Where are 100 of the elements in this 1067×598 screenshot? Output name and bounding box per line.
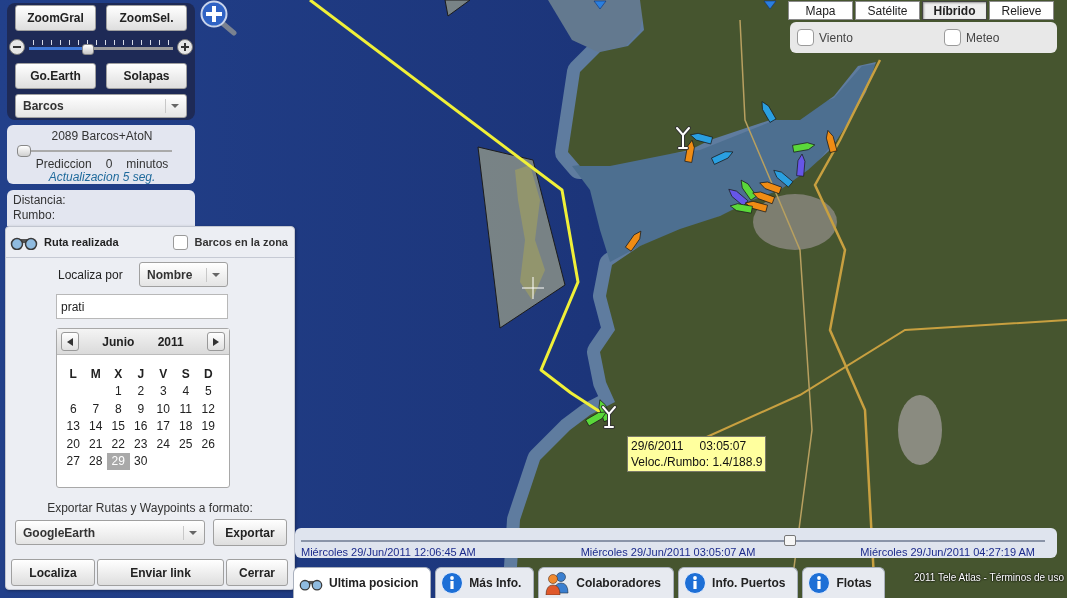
panel-title: Ruta realizada xyxy=(44,236,119,248)
info-icon xyxy=(684,572,707,594)
weekday-label: M xyxy=(89,365,102,383)
antenna-icon[interactable] xyxy=(601,405,617,429)
refresh-interval: Actualizacion 5 seg. xyxy=(47,171,157,183)
zoom-general-button[interactable]: ZoomGral xyxy=(15,5,96,31)
layer-dropdown[interactable]: Barcos xyxy=(15,94,187,118)
calendar-day[interactable]: 11 xyxy=(174,400,197,418)
weekday-label: J xyxy=(136,365,146,383)
ship-icon[interactable] xyxy=(740,179,757,201)
calendar-day[interactable]: 28 xyxy=(84,452,107,470)
zoom-in-icon[interactable] xyxy=(199,0,237,36)
calendar-day[interactable]: 4 xyxy=(174,382,197,400)
calendar-day[interactable]: 17 xyxy=(152,417,175,435)
map-type-button[interactable]: Relieve xyxy=(989,1,1054,20)
calendar-day[interactable]: 27 xyxy=(62,452,85,470)
calendar-day[interactable]: 21 xyxy=(84,435,107,453)
people-icon xyxy=(544,571,571,595)
calendar-day[interactable]: 5 xyxy=(197,382,220,400)
calendar-day[interactable]: 7 xyxy=(84,400,107,418)
tab[interactable]: Info. Puertos xyxy=(678,567,799,598)
google-earth-button[interactable]: Go.Earth xyxy=(15,63,96,89)
search-by-dropdown[interactable]: Nombre xyxy=(139,262,228,287)
tab[interactable]: Ultima posicion xyxy=(293,567,432,598)
map-type-button[interactable]: Satélite xyxy=(855,1,920,20)
ship-icon[interactable] xyxy=(729,203,753,214)
weekday-label: D xyxy=(202,365,214,383)
calendar-day[interactable]: 14 xyxy=(84,417,107,435)
zone-area xyxy=(444,0,471,17)
ship-icon[interactable] xyxy=(684,139,695,163)
map-type-button[interactable]: Híbrido xyxy=(922,1,987,20)
triangle-marker-icon[interactable] xyxy=(593,0,607,10)
measure-label: Distancia: xyxy=(13,193,67,208)
export-button[interactable]: Exportar xyxy=(213,519,287,546)
triangle-marker-icon[interactable] xyxy=(763,0,777,10)
calendar-day[interactable]: 19 xyxy=(197,417,220,435)
tooltip-date: 29/6/2011 xyxy=(631,438,684,454)
prediction-unit: minutos xyxy=(126,157,169,171)
tooltip-time: 03:05:07 xyxy=(699,438,747,454)
calendar-day[interactable]: 2 xyxy=(129,382,152,400)
vessel-count: 2089 Barcos+AtoN xyxy=(50,129,154,143)
ship-icon[interactable] xyxy=(585,411,607,427)
ship-icon[interactable] xyxy=(745,201,768,213)
calendar-day[interactable]: 25 xyxy=(174,435,197,453)
right-triangle-icon xyxy=(213,337,219,346)
slider-thumb[interactable] xyxy=(784,535,797,546)
antenna-icon[interactable] xyxy=(675,126,691,150)
action-button[interactable]: Enviar link xyxy=(97,559,224,586)
tabs-button[interactable]: Solapas xyxy=(106,63,187,89)
calendar-day[interactable]: 23 xyxy=(129,435,152,453)
crosshair-icon xyxy=(521,276,545,300)
ship-icon[interactable] xyxy=(792,142,816,153)
calendar-day[interactable]: 9 xyxy=(129,400,152,418)
calendar-day[interactable]: 26 xyxy=(197,435,220,453)
map-attribution[interactable]: 2011 Tele Atlas - Términos de uso xyxy=(913,572,1064,583)
action-button[interactable]: Cerrar xyxy=(226,559,288,586)
checkbox[interactable] xyxy=(797,29,814,46)
calendar-day[interactable]: 20 xyxy=(62,435,85,453)
action-button[interactable]: Localiza xyxy=(11,559,95,586)
measure-label: Rumbo: xyxy=(13,208,57,223)
calendar-day[interactable]: 30 xyxy=(129,452,152,470)
timestamp-label: Miércoles 29/Jun/2011 12:06:45 AM xyxy=(301,546,476,558)
ship-icon[interactable] xyxy=(752,191,775,205)
weekday-label: L xyxy=(68,365,78,383)
search-field[interactable]: prati xyxy=(56,294,228,319)
calendar-day[interactable]: 1 xyxy=(107,382,130,400)
next-month-button[interactable] xyxy=(207,332,225,351)
left-triangle-icon xyxy=(67,337,73,346)
checkbox[interactable] xyxy=(944,29,961,46)
calendar-day[interactable]: 18 xyxy=(174,417,197,435)
calendar-day[interactable]: 12 xyxy=(197,400,220,418)
calendar-day[interactable]: 10 xyxy=(152,400,175,418)
calendar-day[interactable]: 8 xyxy=(107,400,130,418)
checkbox[interactable] xyxy=(173,234,189,250)
format-dropdown[interactable]: GoogleEarth xyxy=(15,520,205,545)
calendar-day[interactable]: 3 xyxy=(152,382,175,400)
weekday-label: S xyxy=(180,365,191,383)
zoom-selection-button[interactable]: ZoomSel. xyxy=(106,5,187,31)
map-type-button[interactable]: Mapa xyxy=(788,1,853,20)
slider-thumb[interactable] xyxy=(81,44,94,55)
calendar-month: Junio xyxy=(102,334,135,349)
checkbox-label: Viento xyxy=(819,30,853,45)
calendar-day[interactable]: 24 xyxy=(152,435,175,453)
slider-thumb[interactable] xyxy=(17,145,31,157)
calendar-day[interactable]: 16 xyxy=(129,417,152,435)
plus-icon[interactable] xyxy=(177,39,193,55)
ship-icon[interactable] xyxy=(728,188,749,207)
previous-month-button[interactable] xyxy=(61,332,79,351)
tab[interactable]: Flotas xyxy=(802,567,885,598)
calendar-day[interactable]: 13 xyxy=(62,417,85,435)
minus-icon[interactable] xyxy=(9,39,25,55)
tab[interactable]: Más Info. xyxy=(435,567,535,598)
calendar-day[interactable]: 6 xyxy=(62,400,85,418)
calendar-day[interactable]: 22 xyxy=(107,435,130,453)
checkbox-label: Barcos en la zona xyxy=(194,236,288,248)
calendar-year: 2011 xyxy=(157,334,184,349)
export-label: Exportar Rutas y Waypoints a formato: xyxy=(46,501,254,515)
prediction-label: Prediccion xyxy=(35,157,92,171)
calendar-day[interactable]: 15 xyxy=(107,417,130,435)
tab[interactable]: Colaboradores xyxy=(538,567,675,598)
